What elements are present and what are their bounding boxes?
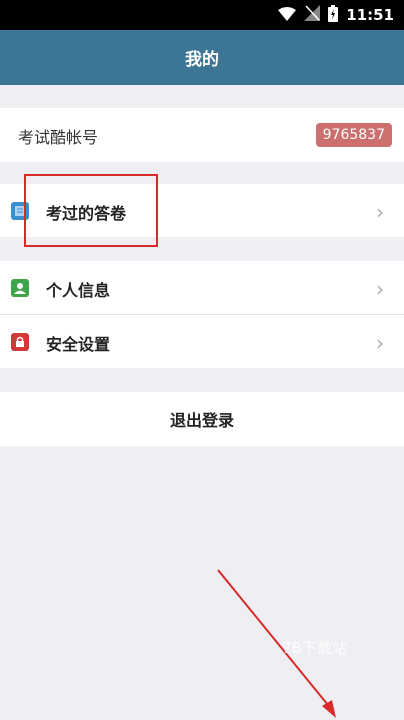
watermark: 7B下载站	[282, 639, 347, 657]
annotation-arrow-icon	[217, 569, 336, 718]
